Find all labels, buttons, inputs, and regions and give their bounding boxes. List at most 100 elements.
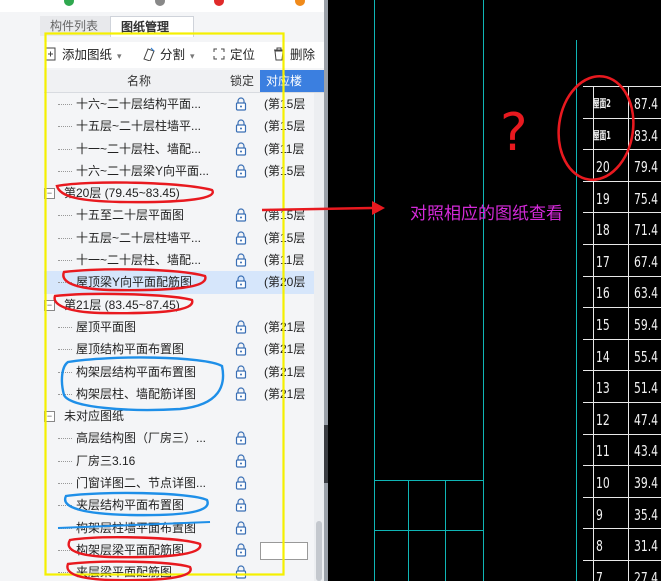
tree-branch-line — [58, 148, 72, 150]
column-header-match-floor[interactable]: 对应楼 — [260, 70, 328, 92]
cad-table-line — [583, 528, 661, 530]
lock-icon[interactable] — [234, 231, 248, 245]
table-row[interactable]: 十六~二十层结构平面... (第15层 — [44, 93, 314, 115]
top-app-strip — [0, 0, 328, 12]
drawing-tree: 十六~二十层结构平面... (第15层 十五层~二十层柱墙平... (第15层十一~二… — [44, 93, 314, 581]
table-row[interactable]: 十五至二十层平面图 (第15层 — [44, 204, 314, 226]
lock-icon[interactable] — [234, 454, 248, 468]
tree-branch-line — [58, 349, 72, 351]
table-row[interactable]: 厂房三3.16 — [44, 450, 314, 472]
table-row[interactable]: 十五层~二十层柱墙平... (第15层 — [44, 115, 314, 137]
table-row[interactable]: 屋顶梁Y向平面配筋图 (第20层 — [44, 271, 314, 294]
table-row[interactable]: 夹层梁平面配筋图 — [44, 561, 314, 581]
match-floor-cell[interactable]: (第11层 — [264, 249, 304, 271]
delete-label: 删除 — [290, 48, 316, 62]
cad-table-line — [583, 307, 661, 309]
tree-group-row[interactable]: − 第21层 (83.45~87.45) — [44, 294, 314, 316]
drawing-name: 门窗详图二、节点详图... — [76, 476, 207, 491]
lock-icon[interactable] — [234, 498, 248, 512]
add-drawing-button[interactable]: 添加图纸 ▾ — [44, 46, 122, 64]
match-floor-cell[interactable]: (第15层 — [264, 93, 305, 115]
table-row[interactable]: 屋顶平面图 (第21层 — [44, 316, 314, 338]
cad-table-line — [583, 433, 661, 435]
cad-table-line — [583, 465, 661, 467]
lock-icon[interactable] — [234, 431, 248, 446]
drawing-name: 构架层梁平面配筋图 — [76, 542, 185, 557]
cad-line — [374, 530, 484, 531]
lock-icon[interactable] — [234, 142, 248, 156]
vertical-scrollbar[interactable] — [314, 93, 324, 581]
cad-table-line — [583, 560, 661, 561]
table-row[interactable]: 构架层结构平面布置图 (第21层 — [44, 361, 314, 383]
lock-icon[interactable] — [234, 97, 248, 111]
drawing-name: 构架层柱、墙配筋详图 — [76, 386, 197, 401]
toolbar: 添加图纸 ▾ 分割 ▾ 定位 删除 — [44, 42, 328, 68]
lock-icon[interactable] — [234, 253, 248, 267]
table-row[interactable]: 高层结构图（厂房三）... — [44, 427, 314, 449]
tree-branch-line — [58, 371, 72, 373]
column-header-name[interactable]: 名称 — [84, 70, 194, 92]
table-row[interactable]: 十五层~二十层柱墙平... (第15层 — [44, 227, 314, 249]
locate-button[interactable]: 定位 — [212, 46, 255, 64]
delete-button[interactable]: 删除 — [272, 46, 315, 64]
lock-icon[interactable] — [234, 387, 248, 401]
match-floor-cell[interactable]: (第20层 — [264, 271, 305, 293]
column-header-lock[interactable]: 锁定 — [228, 70, 256, 92]
match-floor-cell[interactable]: (第21层 — [264, 383, 305, 405]
table-row[interactable]: 十一~二十层柱、墙配... (第11层 — [44, 138, 314, 160]
lock-icon[interactable] — [234, 521, 248, 535]
lock-icon[interactable] — [234, 320, 248, 334]
collapse-icon[interactable]: − — [44, 299, 55, 311]
tab-component-list[interactable]: 构件列表 — [40, 16, 120, 36]
table-row[interactable]: 构架层柱墙平面布置图 — [44, 517, 314, 539]
cad-elevation: 79.4 — [634, 158, 659, 176]
cad-table-line — [583, 180, 661, 182]
tree-group-row[interactable]: − 第20层 (79.45~83.45) — [44, 182, 314, 204]
lock-icon[interactable] — [234, 208, 248, 223]
match-floor-cell[interactable]: (第15层 — [264, 204, 305, 226]
cad-floor-number: 7 — [596, 568, 603, 581]
drawing-name: 十五至二十层平面图 — [76, 208, 185, 223]
match-floor-cell[interactable]: (第15层 — [264, 227, 305, 249]
collapse-icon[interactable]: − — [44, 411, 55, 423]
cad-elevation: 39.4 — [634, 474, 659, 492]
lock-icon[interactable] — [234, 342, 248, 356]
split-button[interactable]: 分割 ▾ — [142, 46, 195, 64]
table-row[interactable]: 十六~二十层梁Y向平面... (第15层 — [44, 160, 314, 182]
lock-icon[interactable] — [234, 365, 248, 379]
app-icon[interactable] — [64, 0, 74, 6]
table-row[interactable]: 十一~二十层柱、墙配... (第11层 — [44, 249, 314, 271]
table-row[interactable]: 屋顶结构平面布置图 (第21层 — [44, 338, 314, 360]
table-row[interactable]: 夹层结构平面布置图 — [44, 494, 314, 516]
cad-drawing-view[interactable]: 屋面2 87.4 屋面1 83.4 20 79.4 19 75.4 18 71.4 17 67.4 16… — [328, 0, 661, 581]
lock-icon[interactable] — [234, 565, 248, 579]
match-floor-cell[interactable]: (第11层 — [264, 138, 304, 160]
cad-table-line — [583, 86, 661, 87]
match-floor-cell[interactable]: (第15层 — [264, 115, 305, 137]
lock-icon[interactable] — [234, 476, 248, 490]
lock-icon[interactable] — [234, 119, 248, 133]
lock-icon[interactable] — [234, 164, 248, 178]
drawing-manager-panel: 构件列表 图纸管理 添加图纸 ▾ 分割 ▾ 定位 删除 名称 锁定 对应楼 十六~二… — [0, 0, 328, 581]
drawing-name: 构架层结构平面布置图 — [76, 364, 197, 379]
match-floor-editor[interactable] — [260, 541, 308, 560]
cad-elevation: 35.4 — [634, 505, 659, 524]
table-row[interactable]: 构架层柱、墙配筋详图 (第21层 — [44, 383, 314, 405]
match-floor-cell[interactable]: (第21层 — [264, 361, 305, 383]
drawing-name: 十一~二十层柱、墙配... — [76, 141, 202, 156]
lock-icon[interactable] — [234, 275, 248, 289]
table-row[interactable]: 构架层梁平面配筋图 — [44, 539, 314, 561]
app-icon[interactable] — [155, 0, 165, 6]
match-floor-cell[interactable]: (第21层 — [264, 316, 305, 338]
tab-drawing-management[interactable]: 图纸管理 — [110, 16, 194, 37]
match-floor-cell[interactable]: (第21层 — [264, 338, 305, 360]
app-icon[interactable] — [295, 0, 305, 6]
tree-group-row[interactable]: − 未对应图纸 — [44, 405, 314, 427]
app-icon[interactable] — [214, 0, 224, 6]
match-floor-cell[interactable]: (第15层 — [264, 160, 305, 182]
table-header: 名称 锁定 对应楼 — [44, 70, 328, 93]
table-row[interactable]: 门窗详图二、节点详图... — [44, 472, 314, 494]
lock-icon[interactable] — [234, 543, 248, 557]
scrollbar-thumb[interactable] — [316, 521, 322, 581]
collapse-icon[interactable]: − — [44, 188, 55, 200]
